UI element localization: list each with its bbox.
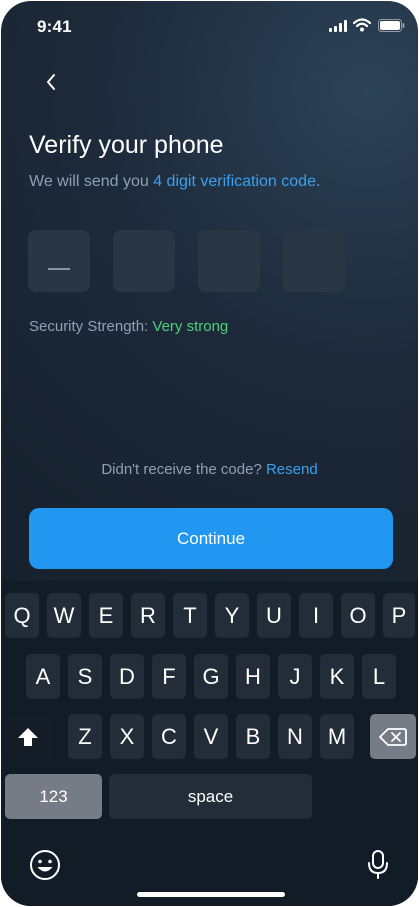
emoji-icon (30, 850, 60, 880)
key-k[interactable]: K (320, 654, 354, 699)
signal-icon (329, 20, 347, 32)
key-a[interactable]: A (26, 654, 60, 699)
key-j[interactable]: J (278, 654, 312, 699)
shift-icon (18, 727, 38, 746)
resend-text: Didn't receive the code? (101, 461, 266, 478)
subtitle-prefix: We will send you (29, 173, 154, 190)
back-button[interactable] (39, 69, 65, 95)
microphone-button[interactable] (366, 849, 390, 886)
key-w[interactable]: W (47, 593, 81, 638)
page-title: Verify your phone (29, 131, 224, 159)
key-y[interactable]: Y (215, 593, 249, 638)
chevron-left-icon (47, 74, 55, 90)
home-indicator (137, 892, 285, 897)
key-n[interactable]: N (278, 714, 312, 759)
key-s[interactable]: S (68, 654, 102, 699)
resend-row: Didn't receive the code? Resend (1, 461, 418, 478)
security-strength: Security Strength: Very strong (29, 318, 228, 335)
resend-link[interactable]: Resend (266, 461, 318, 478)
key-e[interactable]: E (89, 593, 123, 638)
key-m[interactable]: M (320, 714, 354, 759)
otp-digit-4[interactable] (283, 230, 345, 292)
key-i[interactable]: I (299, 593, 333, 638)
space-key[interactable]: space (109, 774, 312, 819)
strength-label: Security Strength: (29, 318, 153, 335)
key-h[interactable]: H (236, 654, 270, 699)
strength-value: Very strong (152, 318, 229, 335)
subtitle-suffix: . (315, 173, 321, 190)
status-time: 9:41 (37, 17, 72, 36)
otp-digit-1[interactable] (28, 230, 90, 292)
key-v[interactable]: V (194, 714, 228, 759)
keyboard: Q W E R T Y U I O P A S D F G H J K L Z … (1, 581, 418, 906)
wifi-icon (353, 18, 371, 32)
cursor-placeholder (48, 268, 70, 270)
key-l[interactable]: L (362, 654, 396, 699)
key-p[interactable]: P (383, 593, 415, 638)
backspace-icon (379, 727, 407, 746)
key-d[interactable]: D (110, 654, 144, 699)
otp-digit-2[interactable] (113, 230, 175, 292)
key-f[interactable]: F (152, 654, 186, 699)
key-o[interactable]: O (341, 593, 375, 638)
key-c[interactable]: C (152, 714, 186, 759)
key-x[interactable]: X (110, 714, 144, 759)
page-subtitle: We will send you 4 digit verification co… (29, 173, 320, 191)
otp-digit-3[interactable] (198, 230, 260, 292)
key-q[interactable]: Q (5, 593, 39, 638)
key-t[interactable]: T (173, 593, 207, 638)
key-b[interactable]: B (236, 714, 270, 759)
numbers-key[interactable]: 123 (5, 774, 102, 819)
key-u[interactable]: U (257, 593, 291, 638)
phone-screen: 9:41 Verify your phone We will send you … (1, 1, 418, 906)
emoji-button[interactable] (29, 849, 61, 886)
key-r[interactable]: R (131, 593, 165, 638)
continue-button[interactable]: Continue (29, 508, 393, 569)
key-g[interactable]: G (194, 654, 228, 699)
key-z[interactable]: Z (68, 714, 102, 759)
status-bar: 9:41 (1, 1, 418, 53)
battery-icon (378, 19, 405, 32)
microphone-icon (368, 850, 388, 879)
shift-key[interactable] (5, 714, 51, 759)
subtitle-highlight: 4 digit verification code (153, 173, 316, 190)
backspace-key[interactable] (370, 714, 416, 759)
